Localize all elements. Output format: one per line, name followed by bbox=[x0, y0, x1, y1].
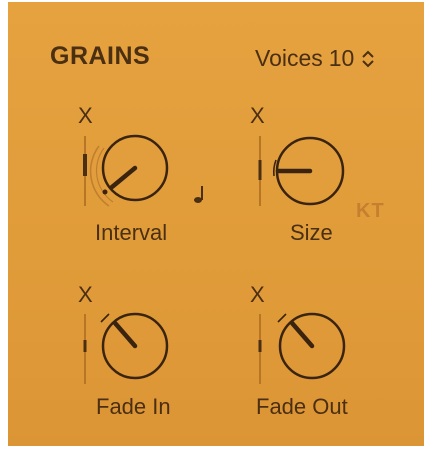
interval-mod-button[interactable]: X bbox=[78, 103, 93, 129]
section-title: GRAINS bbox=[50, 42, 151, 70]
fade-out-label: Fade Out bbox=[256, 394, 348, 419]
voices-value: 10 bbox=[328, 45, 355, 71]
interval-knob-pointer bbox=[109, 165, 138, 190]
fade-in-label: Fade In bbox=[96, 394, 171, 419]
size-label: Size bbox=[290, 220, 333, 245]
key-tracking-button[interactable]: KT bbox=[356, 200, 385, 223]
eighth-note-icon bbox=[194, 186, 203, 203]
interval-label: Interval bbox=[95, 220, 168, 245]
size-mod-button[interactable]: X bbox=[250, 103, 265, 129]
fade-out-mod-button[interactable]: X bbox=[250, 282, 265, 308]
fade-out-knob-pointer bbox=[289, 320, 315, 349]
voices-label: Voices bbox=[255, 45, 323, 71]
fade-in-knob-pointer bbox=[112, 320, 138, 349]
voices-selector[interactable]: Voices 10 bbox=[255, 45, 376, 72]
fade-in-mod-button[interactable]: X bbox=[78, 282, 93, 308]
up-down-chevron-icon bbox=[362, 50, 375, 67]
